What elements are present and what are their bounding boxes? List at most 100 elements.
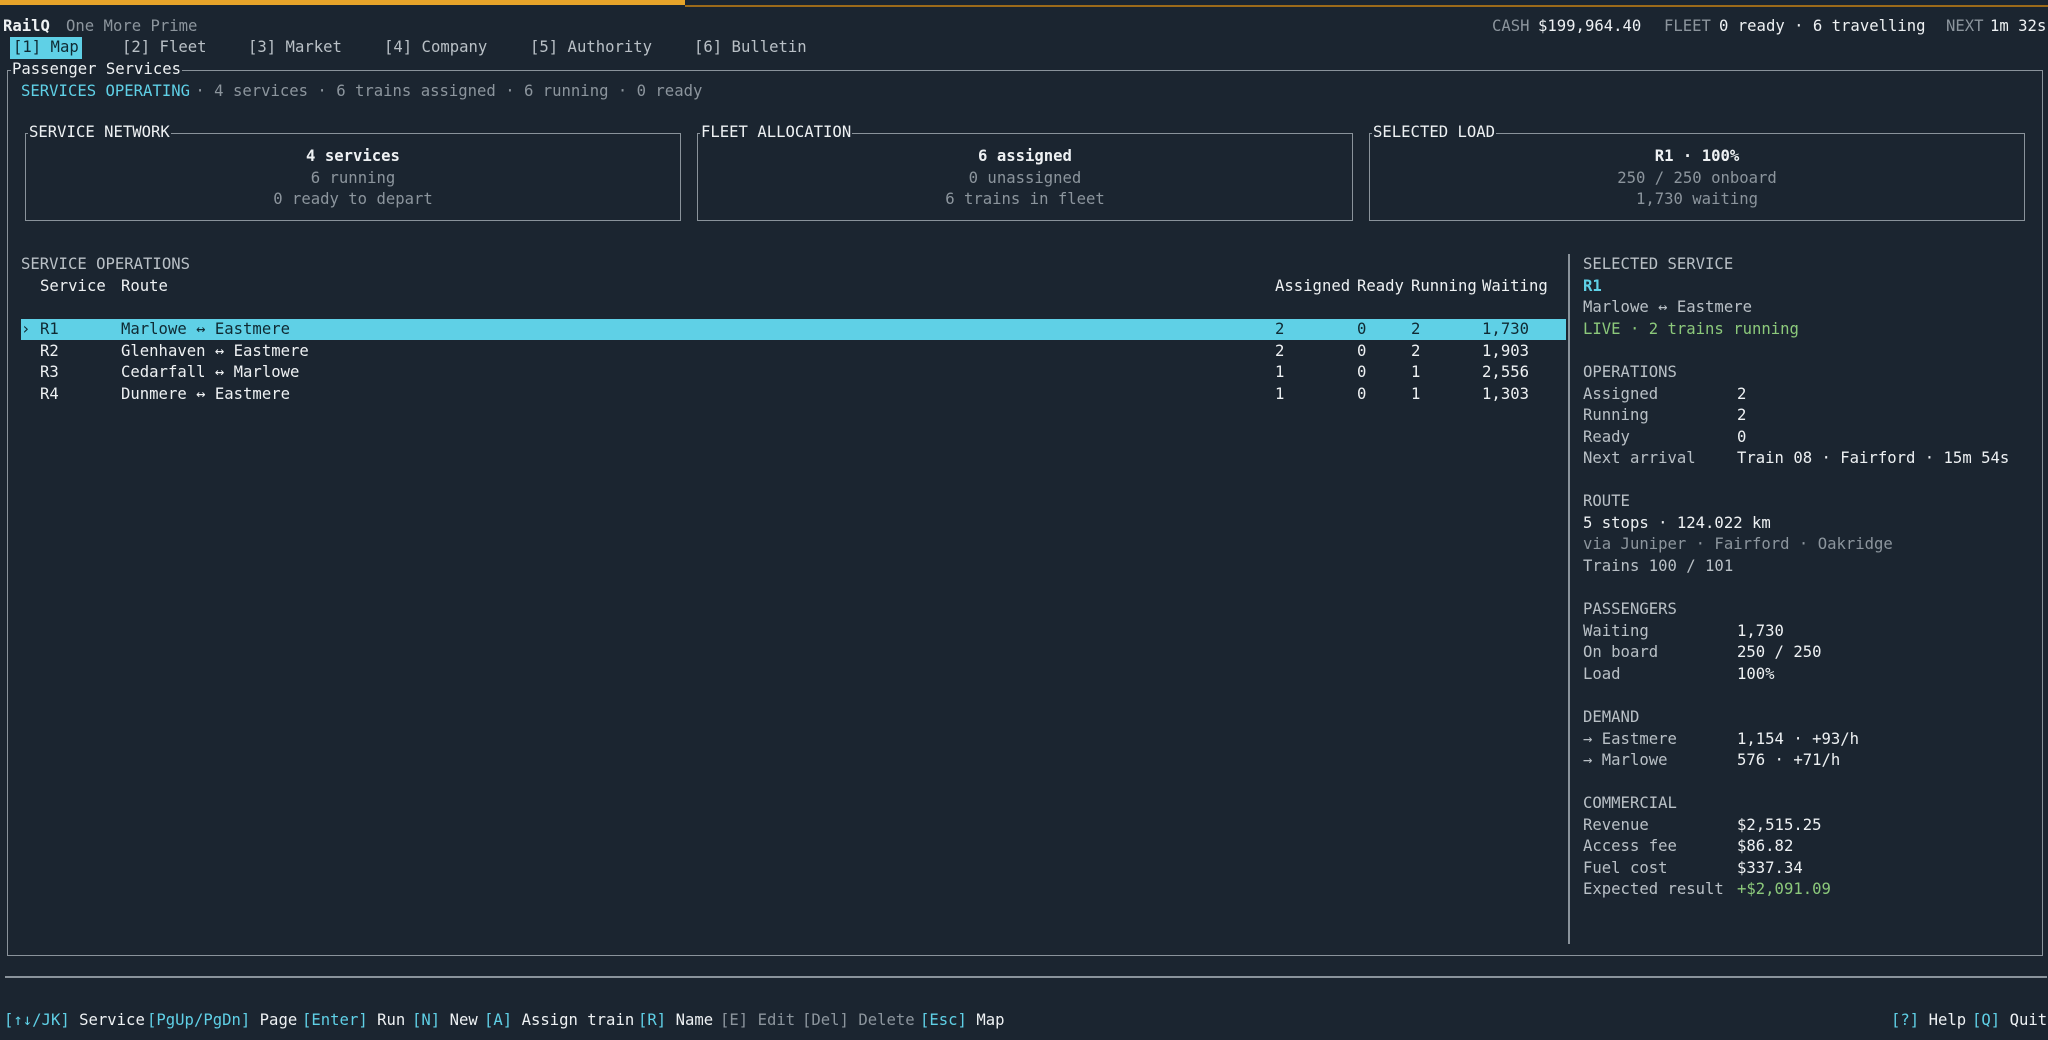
cell-route: Marlowe ↔ Eastmere [121, 320, 290, 338]
hint-service: Service [79, 1011, 145, 1029]
details-live-status: LIVE · 2 trains running [1583, 320, 1799, 338]
route-via: via Juniper · Fairford · Oakridge [1583, 535, 1893, 553]
expected-result-label: Expected result [1583, 880, 1724, 898]
footer-name-hint[interactable]: [R] Name [638, 1010, 713, 1032]
key-name: [R] [638, 1011, 667, 1029]
footer-run-hint[interactable]: [Enter] Run [302, 1010, 405, 1032]
running-label: Running [1583, 406, 1649, 424]
access-fee-label: Access fee [1583, 837, 1677, 855]
tab-map[interactable]: [1] Map [10, 37, 82, 59]
hint-new: New [449, 1011, 478, 1029]
revenue-value: $2,515.25 [1737, 816, 1822, 834]
app-subtitle: One More Prime [66, 17, 198, 35]
col-header-service[interactable]: Service [40, 276, 106, 298]
hint-edit: Edit [757, 1011, 796, 1029]
footer-separator [5, 976, 2047, 978]
tab-market[interactable]: [3] Market [245, 37, 345, 59]
running-value: 2 [1737, 406, 1747, 424]
details-route: Marlowe ↔ Eastmere [1583, 298, 1752, 316]
footer-help-hint[interactable]: [?] Help [1891, 1010, 1966, 1032]
cell-waiting: 1,903 [1482, 342, 1529, 360]
fuel-cost-label: Fuel cost [1583, 859, 1668, 877]
cash-label: CASH [1492, 17, 1530, 35]
card-title: SERVICE NETWORK [28, 122, 171, 144]
ready-value: 0 [1737, 428, 1747, 446]
cell-waiting: 1,303 [1482, 385, 1529, 403]
hint-name: Name [675, 1011, 714, 1029]
cell-route: Cedarfall ↔ Marlowe [121, 363, 300, 381]
route-trains: Trains 100 / 101 [1583, 557, 1734, 575]
footer-page-hint[interactable]: [PgUp/PgDn] Page [147, 1010, 297, 1032]
panel-title: Passenger Services [11, 59, 182, 81]
tab-fleet[interactable]: [2] Fleet [119, 37, 210, 59]
details-divider [1568, 254, 1570, 944]
table-row[interactable]: R4 Dunmere ↔ Eastmere 1 0 1 1,303 [21, 384, 1566, 405]
tab-company[interactable]: [4] Company [381, 37, 490, 59]
card-line-1: R1 · 100% [1654, 147, 1740, 165]
card-title: FLEET ALLOCATION [700, 122, 853, 144]
key-edit: [E] [720, 1011, 749, 1029]
operations-section-title: OPERATIONS [1583, 363, 1677, 381]
next-arrival-value: Train 08 · Fairford · 15m 54s [1737, 449, 2010, 467]
waiting-label: Waiting [1583, 622, 1649, 640]
hint-page: Page [259, 1011, 298, 1029]
hint-run: Run [377, 1011, 406, 1029]
demand-marlowe-value: 576 · +71/h [1737, 751, 1841, 769]
progress-bar-track [685, 5, 2048, 7]
hint-map: Map [976, 1011, 1005, 1029]
col-header-ready[interactable]: Ready [1357, 276, 1404, 298]
demand-eastmere-value: 1,154 · +93/h [1737, 730, 1860, 748]
tab-authority[interactable]: [5] Authority [527, 37, 655, 59]
card-line-3: 6 trains in fleet [945, 190, 1105, 208]
key-new: [N] [412, 1011, 441, 1029]
col-header-route[interactable]: Route [121, 276, 168, 298]
cell-ready: 0 [1357, 363, 1367, 381]
assigned-value: 2 [1737, 385, 1747, 403]
table-row[interactable]: R2 Glenhaven ↔ Eastmere 2 0 2 1,903 [21, 341, 1566, 362]
col-header-assigned[interactable]: Assigned [1275, 276, 1350, 298]
key-run: [Enter] [302, 1011, 368, 1029]
fleet-allocation-card: FLEET ALLOCATION 6 assigned 0 unassigned… [697, 122, 1353, 221]
footer-assign-hint[interactable]: [A] Assign train [484, 1010, 634, 1032]
footer-quit-hint[interactable]: [Q] Quit [1972, 1010, 2047, 1032]
commercial-section-title: COMMERCIAL [1583, 794, 1677, 812]
key-delete: [Del] [802, 1011, 849, 1029]
cell-service: R4 [40, 385, 59, 403]
card-title: SELECTED LOAD [1372, 122, 1497, 144]
key-page: [PgUp/PgDn] [147, 1011, 251, 1029]
cell-running: 2 [1411, 342, 1421, 360]
footer-delete-hint: [Del] Delete [802, 1010, 915, 1032]
load-label: Load [1583, 665, 1621, 683]
footer-new-hint[interactable]: [N] New [412, 1010, 478, 1032]
col-header-waiting[interactable]: Waiting [1482, 276, 1548, 298]
table-row[interactable]: R3 Cedarfall ↔ Marlowe 1 0 1 2,556 [21, 362, 1566, 383]
tab-bulletin[interactable]: [6] Bulletin [691, 37, 810, 59]
demand-eastmere-label: → Eastmere [1583, 730, 1677, 748]
app-name: RailQ [3, 17, 50, 35]
hint-delete: Delete [858, 1011, 915, 1029]
details-service-id: R1 [1583, 277, 1602, 295]
hint-help: Help [1928, 1011, 1967, 1029]
expected-result-value: +$2,091.09 [1737, 880, 1831, 898]
footer-service-hint[interactable]: [↑↓/JK] Service [4, 1010, 145, 1032]
waiting-value: 1,730 [1737, 622, 1784, 640]
card-line-3: 1,730 waiting [1635, 190, 1759, 208]
cell-waiting: 2,556 [1482, 363, 1529, 381]
cell-ready: 0 [1357, 342, 1367, 360]
selected-load-card: SELECTED LOAD R1 · 100% 250 / 250 onboar… [1369, 122, 2025, 221]
footer-edit-hint: [E] Edit [720, 1010, 795, 1032]
cell-ready: 0 [1357, 385, 1367, 403]
key-help: [?] [1891, 1011, 1920, 1029]
onboard-value: 250 / 250 [1737, 643, 1822, 661]
table-row[interactable]: › R1 Marlowe ↔ Eastmere 2 0 2 1,730 [21, 319, 1566, 340]
assigned-label: Assigned [1583, 385, 1659, 403]
key-assign: [A] [484, 1011, 513, 1029]
footer-map-hint[interactable]: [Esc] Map [920, 1010, 1005, 1032]
cell-assigned: 2 [1275, 342, 1285, 360]
card-line-1: 4 services [306, 147, 400, 165]
cell-running: 2 [1411, 320, 1421, 338]
cell-route: Dunmere ↔ Eastmere [121, 385, 290, 403]
cell-running: 1 [1411, 385, 1421, 403]
col-header-running[interactable]: Running [1411, 276, 1477, 298]
cell-ready: 0 [1357, 320, 1367, 338]
